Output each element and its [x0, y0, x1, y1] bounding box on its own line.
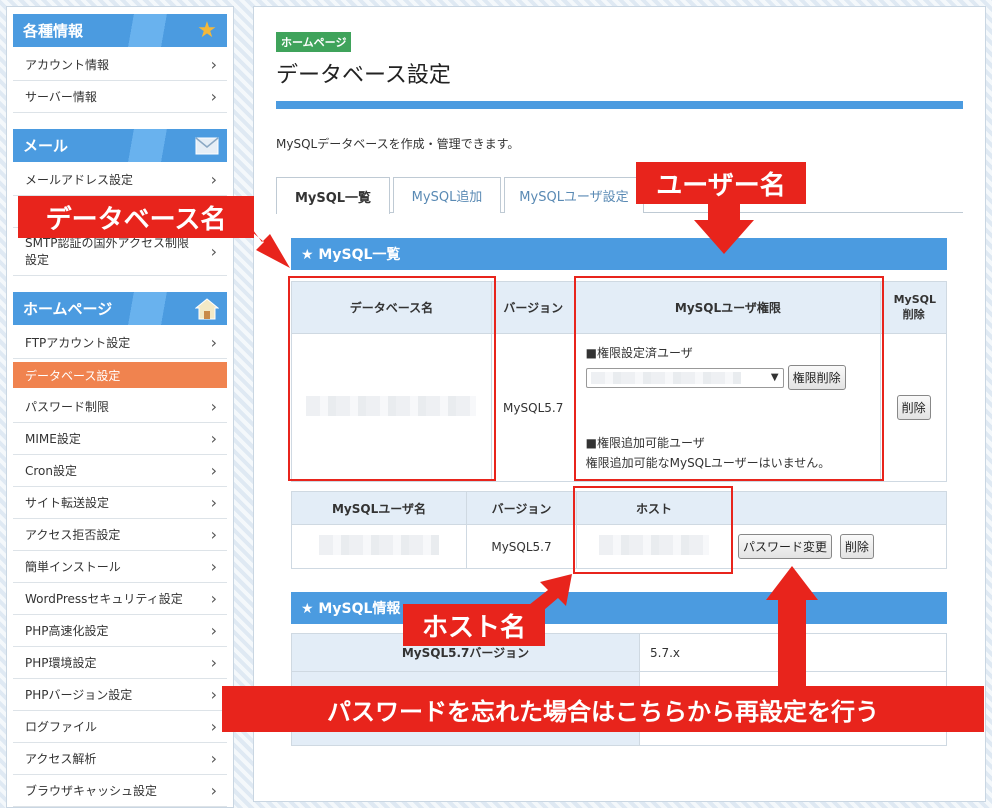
- annotation-db-name: データベース名: [18, 196, 254, 238]
- annotation-user-name: ユーザー名: [636, 162, 806, 204]
- annotation-host-name: ホスト名: [403, 604, 545, 646]
- annotation-password-note: パスワードを忘れた場合はこちらから再設定を行う: [222, 686, 984, 732]
